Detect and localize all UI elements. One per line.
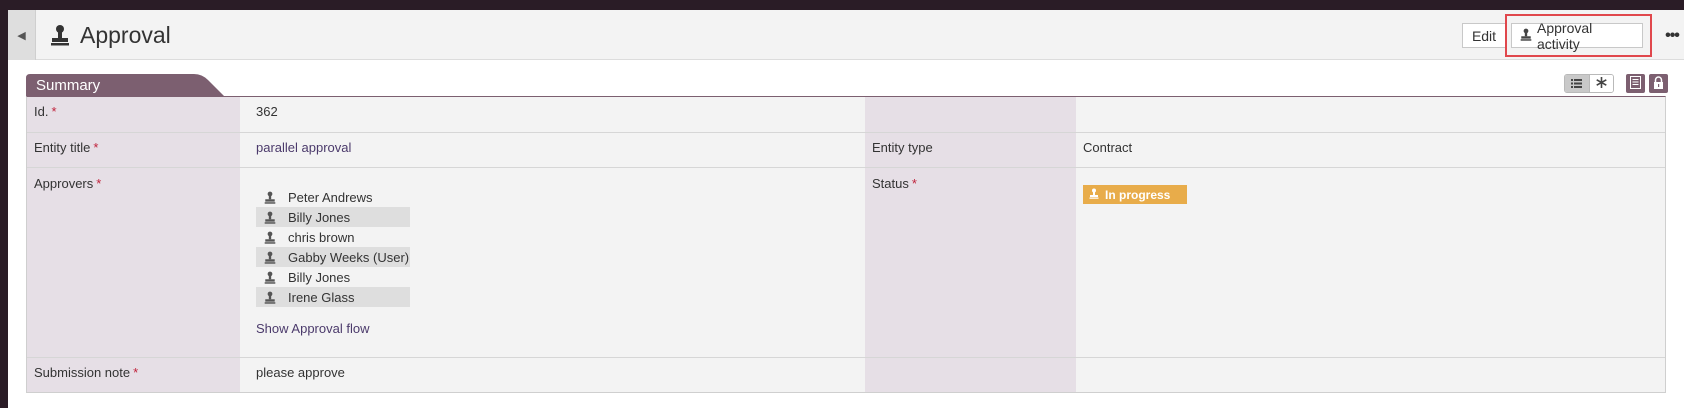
approver-name: Gabby Weeks (User) (288, 249, 410, 265)
list-view-toggle[interactable] (1565, 75, 1589, 92)
approvers-label-text: Approvers (34, 176, 94, 191)
view-toggle (1564, 74, 1614, 93)
document-button[interactable] (1626, 74, 1645, 93)
stamp-icon (264, 270, 278, 284)
status-badge: In progress (1083, 185, 1187, 204)
stamp-icon (1520, 28, 1532, 44)
lock-icon (1653, 75, 1664, 92)
collapse-sidebar-button[interactable]: ◀ (8, 10, 36, 60)
stamp-icon (264, 190, 278, 204)
title-group: Approval (50, 20, 171, 50)
summary-table: Id. * 362 Entity title * parallel approval… (26, 96, 1666, 393)
approval-activity-button[interactable]: Approval activity (1511, 20, 1643, 52)
status-label-text: Status (872, 176, 909, 191)
approver-item[interactable]: Billy Jones (256, 207, 410, 227)
approver-name: Billy Jones (288, 209, 351, 225)
edit-button[interactable]: Edit (1462, 23, 1506, 48)
row-divider (27, 167, 1665, 168)
lock-button[interactable] (1649, 74, 1668, 93)
stamp-icon (264, 290, 278, 304)
approver-item[interactable]: Peter Andrews (256, 187, 410, 207)
approvers-label: Approvers * (34, 176, 101, 191)
approver-item[interactable]: Billy Jones (256, 267, 410, 287)
submission-note-label: Submission note * (34, 365, 138, 380)
entity-type-value: Contract (1083, 140, 1133, 155)
stamp-icon (264, 210, 278, 224)
approver-name: Irene Glass (288, 289, 355, 305)
approver-item[interactable]: chris brown (256, 227, 410, 247)
asterisk-icon (1596, 76, 1607, 91)
entity-type-label: Entity type (872, 140, 933, 155)
list-icon (1571, 77, 1583, 91)
submission-note-value: please approve (256, 365, 345, 380)
stamp-icon (50, 23, 72, 47)
more-options-button[interactable]: ••• (1660, 23, 1684, 48)
entity-title-label: Entity title * (34, 140, 98, 155)
approver-item[interactable]: Irene Glass (256, 287, 410, 307)
show-approval-flow-link[interactable]: Show Approval flow (256, 321, 369, 336)
approval-window: ◀ Approval Edit Approval activity ••• Su… (8, 10, 1684, 408)
required-mark: * (96, 176, 102, 191)
ellipsis-icon: ••• (1665, 26, 1680, 44)
approver-name: chris brown (288, 229, 355, 245)
collapse-arrow-icon: ◀ (17, 29, 26, 42)
required-mark: * (51, 104, 57, 119)
stamp-icon (264, 230, 278, 244)
row-divider (27, 132, 1665, 133)
required-mark: * (911, 176, 917, 191)
entity-title-value: parallel approval (256, 140, 352, 155)
stamp-icon (1089, 188, 1099, 202)
edit-button-label: Edit (1471, 27, 1497, 44)
approver-name: Peter Andrews (288, 189, 373, 205)
page-header: ◀ Approval Edit Approval activity ••• (8, 10, 1684, 60)
document-icon (1630, 75, 1641, 92)
id-value: 362 (256, 104, 278, 119)
summary-tab-label: Summary (36, 77, 101, 94)
approval-activity-label: Approval activity (1537, 19, 1593, 52)
required-mark: * (93, 140, 99, 155)
stamp-icon (264, 250, 278, 264)
status-label: Status * (872, 176, 917, 191)
page-title: Approval (80, 21, 171, 48)
approver-item[interactable]: Gabby Weeks (User) (256, 247, 410, 267)
approvers-list: Peter Andrews Billy Jones chris brown Gabby… (256, 187, 410, 307)
approver-name: Billy Jones (288, 269, 351, 285)
entity-title-label-text: Entity title (34, 140, 91, 155)
required-mark: * (133, 365, 139, 380)
status-badge-text: In progress (1105, 187, 1171, 202)
required-fields-toggle[interactable] (1588, 75, 1613, 92)
submission-note-label-text: Submission note (34, 365, 131, 380)
row-divider (27, 357, 1665, 358)
id-label: Id. * (34, 104, 57, 119)
id-label-text: Id. (34, 104, 49, 119)
summary-tab[interactable]: Summary (26, 74, 224, 96)
